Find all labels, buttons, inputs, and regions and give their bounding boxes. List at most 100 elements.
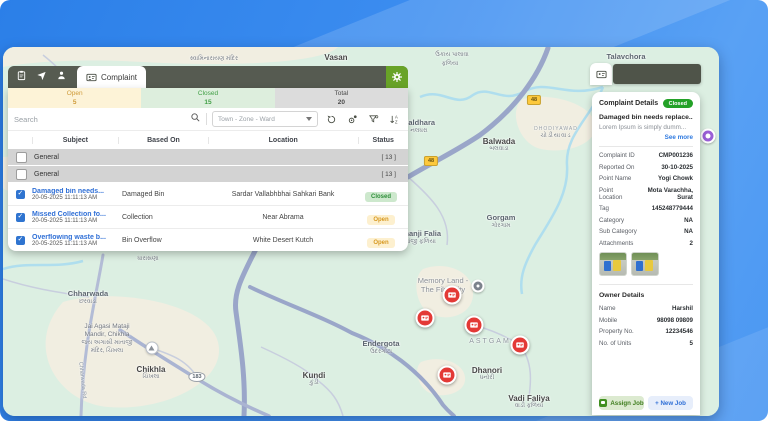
- table-header: Subject Based On Location Status: [8, 131, 408, 149]
- field-value: 2: [690, 240, 693, 247]
- table-row[interactable]: Missed Collection fo... 20-05-2025 11:11…: [8, 206, 408, 229]
- row-location: Sardar Vallabhbhai Sahkari Bank: [208, 191, 358, 198]
- field-value: NA: [684, 217, 693, 224]
- temple-poi-icon[interactable]: [146, 342, 159, 355]
- field-value: 5: [690, 340, 693, 347]
- promo-background: Vasanસ્વામિનારાયણ મંદિરઉકાય પાલાવાફળિયાN…: [0, 0, 768, 421]
- assign-job-label: Assign Job: [610, 400, 643, 407]
- field-label: Property No.: [599, 328, 634, 335]
- tab-total-label: Total: [275, 89, 408, 98]
- row-date: 20-05-2025 11:11:13 AM: [32, 241, 118, 247]
- field-value: Mota Varachha, Surat: [635, 187, 693, 201]
- field-label: Category: [599, 217, 624, 224]
- row-subject-link[interactable]: Missed Collection fo...: [32, 211, 118, 218]
- row-based-on: Damaged Bin: [118, 191, 208, 198]
- navigate-icon[interactable]: [36, 68, 47, 86]
- region-dropdown[interactable]: Town - Zone - Ward: [212, 111, 318, 127]
- tab-closed[interactable]: Closed 15: [141, 88, 274, 108]
- new-job-label: + New Job: [655, 400, 686, 407]
- status-badge: Open: [367, 238, 394, 248]
- divider: [599, 284, 693, 285]
- region-dropdown-value: Town - Zone - Ward: [218, 116, 275, 123]
- field-label: Tag: [599, 205, 609, 212]
- sort-az-icon[interactable]: AZ: [386, 111, 402, 127]
- row-checkbox[interactable]: [16, 190, 25, 199]
- tab-total-count: 20: [275, 98, 408, 107]
- complaint-list-panel: Open 5 Closed 15 Total 20 Search: [8, 88, 408, 251]
- complaint-map-marker[interactable]: [438, 366, 457, 385]
- group-count: [ 13 ]: [382, 171, 396, 178]
- status-badge: Open: [367, 215, 394, 225]
- search-input[interactable]: Search: [14, 115, 185, 124]
- field-label: Sub Category: [599, 228, 637, 235]
- tab-total[interactable]: Total 20: [275, 88, 408, 108]
- group-label: General: [34, 154, 59, 161]
- table-row[interactable]: Damaged bin needs... 20-05-2025 11:11:13…: [8, 183, 408, 206]
- row-subject-link[interactable]: Overflowing waste b...: [32, 234, 118, 241]
- complaint-map-marker[interactable]: [465, 316, 484, 335]
- table-row[interactable]: Overflowing waste b... 20-05-2025 11:11:…: [8, 229, 408, 251]
- complaint-icon: [86, 72, 97, 83]
- row-checkbox[interactable]: [16, 236, 25, 245]
- settings-filter-icon[interactable]: [344, 111, 360, 127]
- row-date: 20-05-2025 11:11:13 AM: [32, 218, 118, 224]
- field-label: Attachments: [599, 240, 633, 247]
- see-more-link[interactable]: See more: [599, 134, 693, 141]
- group-row[interactable]: General [ 13 ]: [8, 166, 408, 183]
- complaint-map-marker[interactable]: [511, 336, 530, 355]
- row-location: Near Abrama: [208, 214, 358, 221]
- row-based-on: Bin Overflow: [118, 237, 208, 244]
- complaint-map-marker[interactable]: [443, 286, 462, 305]
- highway-badge: 48: [424, 156, 438, 166]
- poi-marker-purple[interactable]: [701, 129, 716, 144]
- staff-icon[interactable]: [56, 68, 67, 86]
- field-value: NA: [684, 228, 693, 235]
- header-subject[interactable]: Subject: [32, 137, 118, 144]
- details-status-badge: Closed: [663, 99, 693, 108]
- assign-job-button[interactable]: Assign Job: [599, 396, 644, 410]
- tab-open-label: Open: [8, 89, 141, 98]
- field-value: 12234546: [665, 328, 693, 335]
- divider: [599, 146, 693, 147]
- header-location[interactable]: Location: [208, 137, 358, 144]
- complaint-title: Damaged bin needs replace...: [599, 114, 693, 121]
- header-status[interactable]: Status: [358, 137, 409, 144]
- complaint-description: Lorem Ipsum is simply dumm...: [599, 124, 693, 131]
- tab-open[interactable]: Open 5: [8, 88, 141, 108]
- tab-closed-label: Closed: [141, 89, 274, 98]
- tab-complaint[interactable]: Complaint: [77, 66, 146, 88]
- tab-complaint-label: Complaint: [101, 73, 137, 82]
- group-checkbox[interactable]: [16, 152, 27, 163]
- row-subject-link[interactable]: Damaged bin needs...: [32, 188, 118, 195]
- field-label: Complaint ID: [599, 152, 635, 159]
- field-value: Yogi Chowk: [658, 175, 693, 182]
- attachment-thumbnail[interactable]: [599, 252, 627, 276]
- complaint-details-card: Complaint Details Closed Damaged bin nee…: [592, 92, 700, 415]
- field-value: 98098 09809: [657, 317, 693, 324]
- row-date: 20-05-2025 11:11:13 AM: [32, 195, 118, 201]
- complaint-map-marker[interactable]: [416, 309, 435, 328]
- field-value: Harshil: [672, 305, 693, 312]
- details-title: Complaint Details: [599, 100, 658, 107]
- new-job-button[interactable]: + New Job: [648, 396, 693, 410]
- search-icon[interactable]: [190, 110, 201, 128]
- funnel-filter-icon[interactable]: [365, 111, 381, 127]
- poi-marker-gray[interactable]: [472, 280, 485, 293]
- details-toolbar[interactable]: [613, 64, 701, 84]
- row-checkbox[interactable]: [16, 213, 25, 222]
- field-label: Mobile: [599, 317, 617, 324]
- status-badge: Closed: [365, 192, 397, 202]
- settings-button[interactable]: [386, 66, 408, 88]
- header-based-on[interactable]: Based On: [118, 137, 208, 144]
- group-row[interactable]: General [ 13 ]: [8, 149, 408, 166]
- field-label: Point Location: [599, 187, 635, 201]
- highway-badge: 48: [527, 95, 541, 105]
- chevron-down-icon: [306, 117, 312, 121]
- details-tab[interactable]: [590, 63, 612, 85]
- clipboard-icon[interactable]: [16, 68, 27, 86]
- refresh-button[interactable]: [323, 111, 339, 127]
- attachment-thumbnail[interactable]: [631, 252, 659, 276]
- group-checkbox[interactable]: [16, 169, 27, 180]
- tab-open-count: 5: [8, 98, 141, 107]
- field-label: No. of Units: [599, 340, 631, 347]
